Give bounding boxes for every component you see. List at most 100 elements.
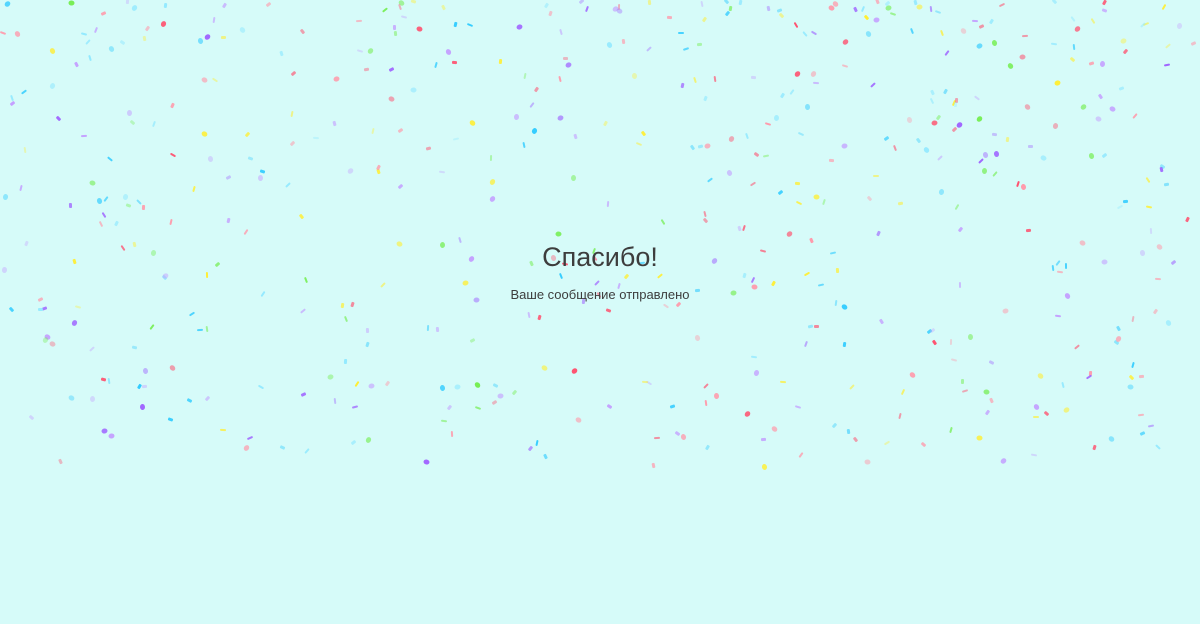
confetti-piece xyxy=(920,441,927,448)
confetti-piece xyxy=(422,458,431,466)
confetti-piece xyxy=(694,334,701,342)
confetti-piece xyxy=(343,315,349,323)
confetti-piece xyxy=(897,201,904,206)
confetti-piece xyxy=(873,175,879,177)
confetti-piece xyxy=(794,405,802,409)
confetti-piece xyxy=(107,156,113,162)
confetti-piece xyxy=(312,136,320,140)
confetti-piece xyxy=(852,436,859,443)
confetti-piece xyxy=(300,392,307,397)
confetti-piece xyxy=(1099,60,1106,68)
confetti-piece xyxy=(766,5,771,12)
confetti-piece xyxy=(226,217,231,224)
confetti-piece xyxy=(703,142,712,150)
confetti-piece xyxy=(682,47,690,51)
confetti-piece xyxy=(1190,41,1197,46)
confetti-piece xyxy=(840,303,849,311)
confetti-piece xyxy=(556,114,565,122)
confetti-piece xyxy=(814,325,819,328)
confetti-piece xyxy=(738,0,743,6)
confetti-piece xyxy=(1036,372,1045,380)
confetti-piece xyxy=(1119,37,1128,45)
confetti-piece xyxy=(606,200,610,208)
confetti-piece xyxy=(55,115,62,122)
confetti-piece xyxy=(142,367,149,375)
confetti-piece xyxy=(723,0,730,5)
confetti-piece xyxy=(793,21,799,29)
confetti-piece xyxy=(119,39,126,46)
confetti-piece xyxy=(585,5,589,13)
confetti-piece xyxy=(454,383,461,391)
confetti-piece xyxy=(704,399,708,407)
confetti-piece xyxy=(451,60,458,65)
confetti-piece xyxy=(898,412,902,420)
confetti-piece xyxy=(103,196,109,202)
confetti-piece xyxy=(498,58,503,65)
confetti-piece xyxy=(152,120,156,128)
confetti-piece xyxy=(376,164,381,171)
confetti-piece xyxy=(1021,34,1029,38)
confetti-piece xyxy=(828,158,835,163)
confetti-piece xyxy=(400,15,408,19)
confetti-piece xyxy=(728,5,733,12)
confetti-piece xyxy=(68,202,73,209)
confetti-piece xyxy=(1002,307,1009,315)
confetti-piece xyxy=(951,126,958,133)
confetti-piece xyxy=(1025,228,1032,233)
confetti-piece xyxy=(841,64,849,68)
confetti-piece xyxy=(244,131,251,138)
confetti-piece xyxy=(1132,113,1138,119)
confetti-piece xyxy=(653,436,661,440)
confetti-piece xyxy=(876,230,881,237)
confetti-piece xyxy=(922,146,931,154)
confetti-piece xyxy=(1053,79,1062,87)
confetti-piece xyxy=(909,27,915,35)
confetti-piece xyxy=(988,18,995,25)
confetti-piece xyxy=(1050,42,1058,46)
confetti-piece xyxy=(212,16,216,24)
confetti-piece xyxy=(666,15,673,20)
confetti-piece xyxy=(647,0,652,6)
confetti-piece xyxy=(930,89,935,96)
confetti-piece xyxy=(1147,424,1155,428)
confetti-piece xyxy=(446,404,453,411)
confetti-piece xyxy=(704,444,711,451)
confetti-piece xyxy=(1052,122,1059,130)
confetti-piece xyxy=(697,144,704,149)
confetti-piece xyxy=(1107,435,1116,443)
confetti-piece xyxy=(873,17,880,23)
confetti-piece xyxy=(726,169,733,177)
confetti-piece xyxy=(778,12,785,19)
confetti-piece xyxy=(558,75,562,83)
confetti-piece xyxy=(489,154,493,162)
confetti-piece xyxy=(635,141,643,147)
confetti-piece xyxy=(469,337,476,344)
confetti-piece xyxy=(225,175,232,180)
confetti-piece xyxy=(913,0,918,6)
confetti-piece xyxy=(1061,381,1065,389)
confetti-piece xyxy=(410,0,417,4)
confetti-piece xyxy=(543,2,550,9)
confetti-piece xyxy=(1163,182,1170,187)
confetti-piece xyxy=(984,409,991,416)
confetti-piece xyxy=(397,183,404,190)
confetti-piece xyxy=(841,143,848,149)
confetti-piece xyxy=(444,48,453,56)
confetti-piece xyxy=(435,326,440,333)
confetti-piece xyxy=(188,311,196,317)
confetti-piece xyxy=(606,403,613,410)
confetti-piece xyxy=(678,32,684,34)
confetti-piece xyxy=(122,193,129,201)
confetti-piece xyxy=(929,327,936,334)
confetti-piece xyxy=(141,384,148,389)
confetti-piece xyxy=(290,110,294,118)
confetti-piece xyxy=(48,340,57,348)
confetti-piece xyxy=(1023,103,1032,111)
confetti-piece xyxy=(1072,43,1076,51)
confetti-piece xyxy=(88,54,92,62)
confetti-piece xyxy=(743,410,752,418)
confetti-piece xyxy=(929,97,935,105)
confetti-piece xyxy=(497,393,504,399)
confetti-piece xyxy=(651,462,656,469)
confetti-piece xyxy=(696,42,703,47)
